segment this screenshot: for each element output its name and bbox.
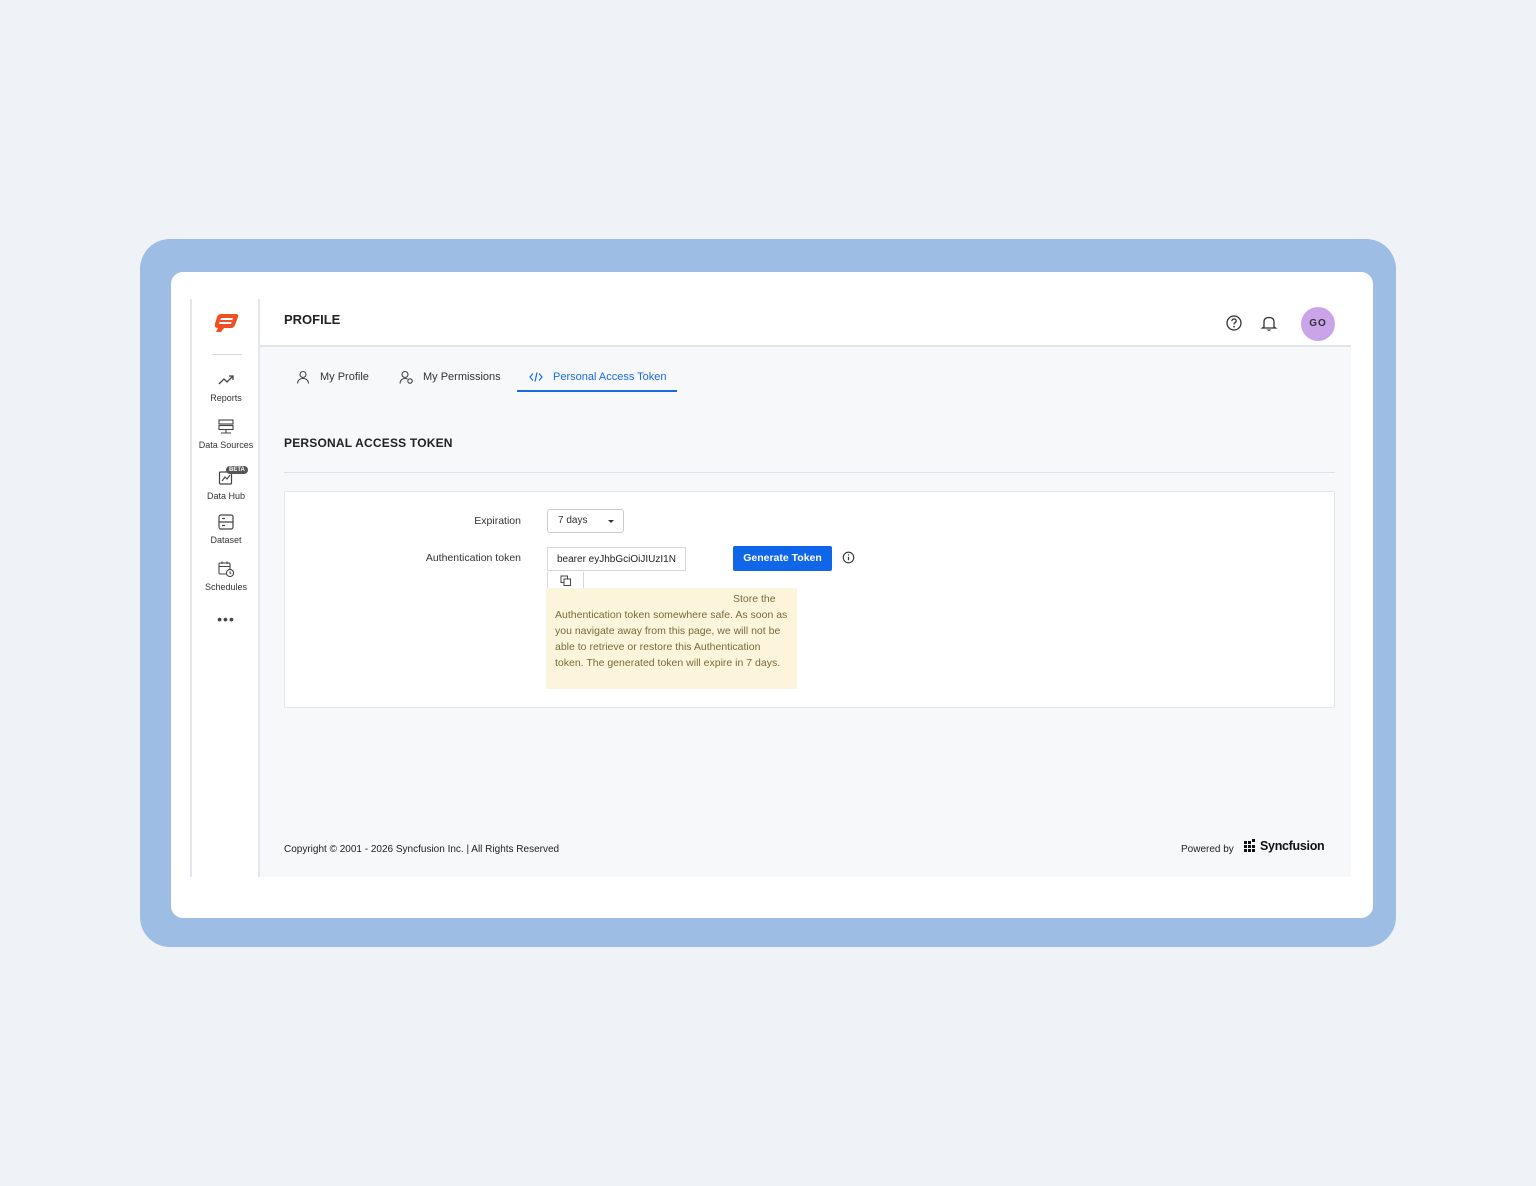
sidebar: Reports Data Sources BETA Data Hub Datas… xyxy=(190,299,260,877)
active-tab-indicator xyxy=(517,390,677,392)
sidebar-item-dataset[interactable]: Dataset xyxy=(192,513,260,545)
app-window: Reports Data Sources BETA Data Hub Datas… xyxy=(190,299,1351,877)
tab-label: My Profile xyxy=(320,371,369,383)
tab-my-permissions[interactable]: My Permissions xyxy=(399,361,501,393)
sidebar-item-reports[interactable]: Reports xyxy=(192,371,260,403)
sidebar-item-schedules[interactable]: Schedules xyxy=(192,560,260,592)
warning-first-line: Store the xyxy=(733,593,776,605)
copy-icon xyxy=(560,575,571,586)
generate-token-button[interactable]: Generate Token xyxy=(733,546,832,571)
bell-icon[interactable] xyxy=(1260,314,1278,332)
sidebar-item-data-hub[interactable]: BETA Data Hub xyxy=(192,466,260,501)
token-warning-message: Store the Authentication token somewhere… xyxy=(546,588,797,689)
section-divider xyxy=(284,472,1335,473)
token-form-card: Expiration 7 days Authentication token b… xyxy=(284,491,1335,708)
sidebar-item-data-sources[interactable]: Data Sources xyxy=(192,418,260,450)
sidebar-item-label: Data Sources xyxy=(198,440,254,450)
brand-name: Syncfusion xyxy=(1260,839,1325,853)
page-title: PROFILE xyxy=(284,312,341,327)
user-icon xyxy=(296,370,310,384)
expiration-value: 7 days xyxy=(558,515,588,526)
syncfusion-logo[interactable]: Syncfusion xyxy=(1244,839,1325,853)
token-label: Authentication token xyxy=(425,552,521,564)
token-field[interactable]: bearer eyJhbGciOiJIUzI1N xyxy=(547,547,686,571)
powered-by-text: Powered by xyxy=(1181,844,1234,855)
sidebar-divider xyxy=(212,354,242,355)
dataset-icon xyxy=(218,514,234,530)
syncfusion-logo-icon xyxy=(1244,839,1255,852)
tab-my-profile[interactable]: My Profile xyxy=(296,361,369,393)
sidebar-item-label: Schedules xyxy=(204,582,248,592)
beta-badge: BETA xyxy=(226,466,248,474)
top-header: PROFILE GO xyxy=(260,299,1351,347)
expiration-select[interactable]: 7 days xyxy=(547,509,624,533)
user-permissions-icon xyxy=(399,370,413,384)
more-menu-icon[interactable]: ••• xyxy=(192,611,260,627)
database-server-icon xyxy=(218,419,234,434)
sidebar-item-label: Data Hub xyxy=(206,491,246,501)
sidebar-item-label: Dataset xyxy=(210,535,242,545)
expiration-label: Expiration xyxy=(474,515,521,527)
tab-personal-access-token[interactable]: Personal Access Token xyxy=(529,361,667,393)
tab-label: Personal Access Token xyxy=(553,371,667,383)
warning-text: Authentication token somewhere safe. As … xyxy=(555,609,788,669)
avatar[interactable]: GO xyxy=(1301,307,1335,341)
copyright-text: Copyright © 2001 - 2026 Syncfusion Inc. … xyxy=(284,844,560,855)
code-icon xyxy=(529,372,543,382)
section-title: PERSONAL ACCESS TOKEN xyxy=(284,436,453,450)
calendar-clock-icon xyxy=(218,561,235,578)
trending-up-icon xyxy=(218,375,234,385)
caret-down-icon xyxy=(608,520,614,523)
sidebar-item-label: Reports xyxy=(210,393,242,403)
help-icon[interactable] xyxy=(1225,314,1243,332)
tab-label: My Permissions xyxy=(423,371,501,383)
info-icon[interactable] xyxy=(842,551,855,564)
app-logo-icon[interactable] xyxy=(212,311,240,335)
